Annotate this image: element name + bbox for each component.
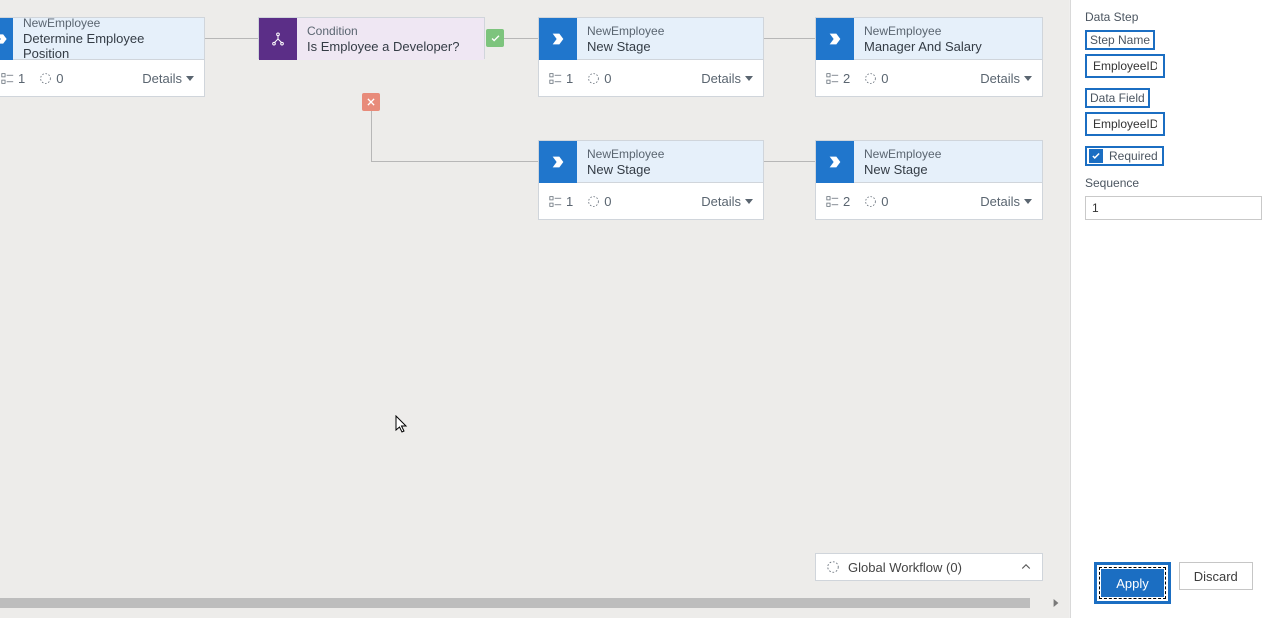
stage-card-new-stage-3[interactable]: NewEmployee New Stage 2 0 Details: [815, 140, 1043, 220]
stage-pretitle: NewEmployee: [864, 147, 941, 162]
stage-icon: [539, 18, 577, 60]
stage-pretitle: NewEmployee: [587, 147, 664, 162]
chevron-down-icon: [745, 199, 753, 204]
triggers-count: 0: [864, 194, 888, 209]
triggers-count: 0: [864, 71, 888, 86]
connector: [764, 38, 815, 39]
condition-true-marker: [486, 29, 504, 47]
required-checkbox-row[interactable]: Required: [1085, 146, 1164, 166]
triggers-count: 0: [587, 71, 611, 86]
connector: [503, 38, 538, 39]
discard-button[interactable]: Discard: [1179, 562, 1253, 590]
stage-title: New Stage: [864, 162, 941, 177]
steps-count: 2: [826, 71, 850, 86]
data-field-label: Data Field: [1085, 88, 1150, 108]
condition-title: Is Employee a Developer?: [307, 39, 459, 54]
apply-highlight: Apply: [1094, 562, 1171, 604]
connector: [764, 161, 815, 162]
chevron-down-icon: [1024, 76, 1032, 81]
global-workflow-bar[interactable]: Global Workflow (0): [815, 553, 1043, 581]
stage-icon: [816, 18, 854, 60]
data-field-input[interactable]: [1085, 112, 1165, 136]
stage-icon: [0, 18, 13, 60]
global-workflow-label: Global Workflow (0): [848, 560, 962, 575]
steps-count: 1: [549, 71, 573, 86]
required-checkbox[interactable]: [1089, 149, 1103, 163]
steps-count: 1: [549, 194, 573, 209]
details-toggle[interactable]: Details: [142, 71, 194, 86]
connector: [205, 38, 258, 39]
stage-title: Determine Employee Position: [23, 31, 194, 61]
stage-title: New Stage: [587, 39, 664, 54]
stage-pretitle: NewEmployee: [23, 16, 194, 31]
triggers-count: 0: [587, 194, 611, 209]
stage-pretitle: NewEmployee: [864, 24, 982, 39]
condition-card[interactable]: Condition Is Employee a Developer?: [258, 17, 485, 59]
stage-title: New Stage: [587, 162, 664, 177]
details-toggle[interactable]: Details: [980, 194, 1032, 209]
condition-pretitle: Condition: [307, 24, 459, 39]
condition-false-marker: [362, 93, 380, 111]
mouse-cursor: [395, 415, 409, 435]
details-toggle[interactable]: Details: [701, 71, 753, 86]
chevron-down-icon: [1024, 199, 1032, 204]
stage-card-new-stage-1[interactable]: NewEmployee New Stage 1 0 Details: [538, 17, 764, 97]
step-name-label: Step Name: [1085, 30, 1155, 50]
details-toggle[interactable]: Details: [980, 71, 1032, 86]
scroll-right-arrow[interactable]: [1050, 597, 1062, 609]
triggers-count: 0: [39, 71, 63, 86]
sequence-label: Sequence: [1085, 176, 1262, 190]
stage-card-new-stage-2[interactable]: NewEmployee New Stage 1 0 Details: [538, 140, 764, 220]
stage-title: Manager And Salary: [864, 39, 982, 54]
workflow-canvas[interactable]: NewEmployee Determine Employee Position …: [0, 0, 1069, 618]
panel-header: Data Step: [1085, 10, 1262, 24]
step-name-input[interactable]: [1085, 54, 1165, 78]
chevron-down-icon: [745, 76, 753, 81]
stage-pretitle: NewEmployee: [587, 24, 664, 39]
condition-icon: [259, 18, 297, 60]
chevron-up-icon: [1020, 561, 1032, 573]
sequence-input[interactable]: [1085, 196, 1262, 220]
steps-count: 1: [1, 71, 25, 86]
horizontal-scrollbar-thumb[interactable]: [0, 598, 1030, 608]
apply-button[interactable]: Apply: [1101, 569, 1164, 597]
connector: [371, 110, 372, 161]
properties-panel: Data Step Step Name Data Field Required …: [1070, 0, 1276, 618]
connector: [371, 161, 538, 162]
stage-icon: [539, 141, 577, 183]
workflow-icon: [826, 560, 840, 574]
details-toggle[interactable]: Details: [701, 194, 753, 209]
stage-card-manager-salary[interactable]: NewEmployee Manager And Salary 2 0 Detai…: [815, 17, 1043, 97]
stage-card-determine-position[interactable]: NewEmployee Determine Employee Position …: [0, 17, 205, 97]
required-label: Required: [1109, 149, 1158, 163]
steps-count: 2: [826, 194, 850, 209]
chevron-down-icon: [186, 76, 194, 81]
stage-icon: [816, 141, 854, 183]
